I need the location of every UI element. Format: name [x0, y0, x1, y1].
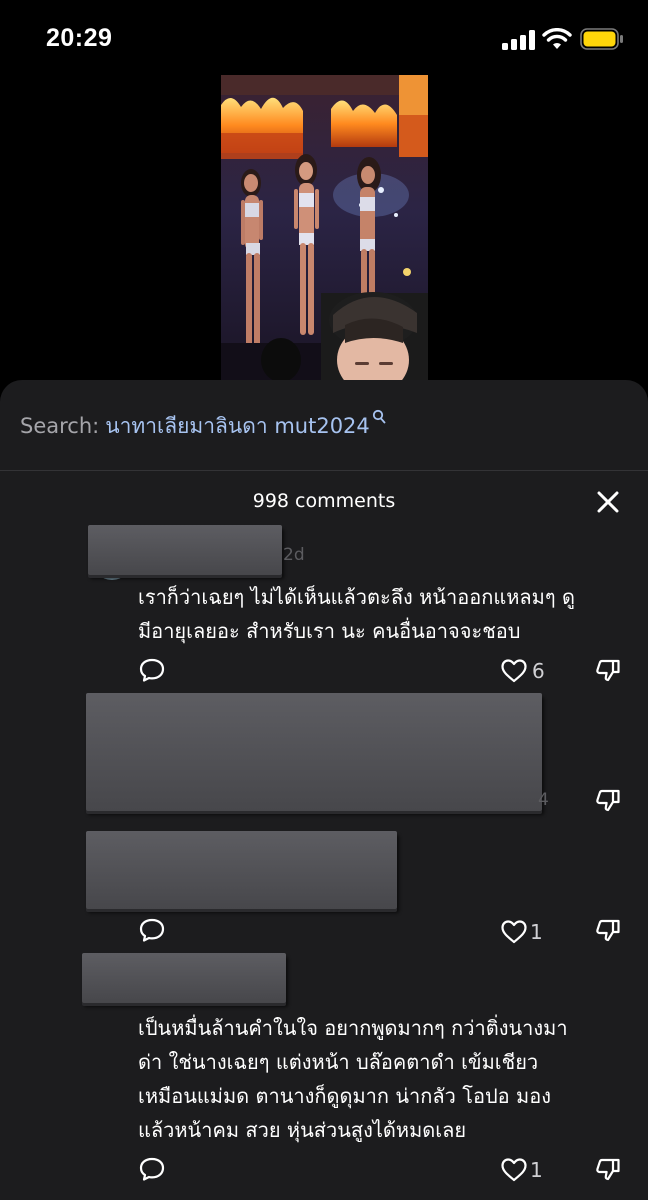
dislike-icon[interactable] — [594, 918, 622, 944]
heart-icon[interactable] — [500, 1157, 528, 1183]
wifi-icon — [542, 28, 572, 49]
dislike-icon[interactable] — [594, 658, 622, 684]
search-prefix: Search: — [20, 414, 100, 438]
battery-icon — [580, 28, 623, 50]
redacted-username — [88, 525, 282, 575]
reply-icon[interactable] — [138, 657, 166, 683]
comments-sheet: Search: นาทาเลียมาลินดา mut2024 998 comm… — [0, 380, 648, 1200]
dislike-icon[interactable] — [594, 788, 622, 814]
search-suggestion[interactable]: Search: นาทาเลียมาลินดา mut2024 — [20, 409, 386, 443]
video-scene-image — [221, 75, 428, 380]
close-icon[interactable] — [596, 490, 620, 514]
heart-icon[interactable] — [500, 919, 528, 945]
heart-icon[interactable] — [500, 658, 528, 684]
like-count: 6 — [532, 659, 545, 683]
like-count: 1 — [530, 1158, 543, 1182]
search-icon — [372, 409, 386, 424]
video-thumbnail[interactable] — [221, 75, 428, 380]
status-bar: 20:29 — [0, 0, 648, 76]
partial-like-count: 4 — [538, 790, 549, 810]
dislike-icon[interactable] — [594, 1157, 622, 1183]
comment-text: เป็นหมื่นล้านคำในใจ อยากพูดมากๆ กว่าติ่ง… — [138, 1016, 568, 1142]
comment-date: 2d — [283, 545, 305, 565]
like-count: 1 — [530, 920, 543, 944]
comment-text: เราก็ว่าเฉยๆ ไม่ได้เห็นแล้วตะลึง หน้าออก… — [138, 585, 575, 643]
search-query-link[interactable]: นาทาเลียมาลินดา mut2024 — [105, 410, 370, 443]
redacted-username — [82, 953, 286, 1003]
redacted-comment — [86, 831, 397, 909]
status-time: 20:29 — [46, 24, 113, 52]
comments-count: 998 comments — [252, 490, 396, 512]
cellular-signal-icon — [502, 30, 535, 50]
divider — [0, 470, 648, 471]
reply-icon[interactable] — [138, 917, 166, 943]
redacted-comment — [86, 693, 542, 811]
reply-icon[interactable] — [138, 1156, 166, 1182]
